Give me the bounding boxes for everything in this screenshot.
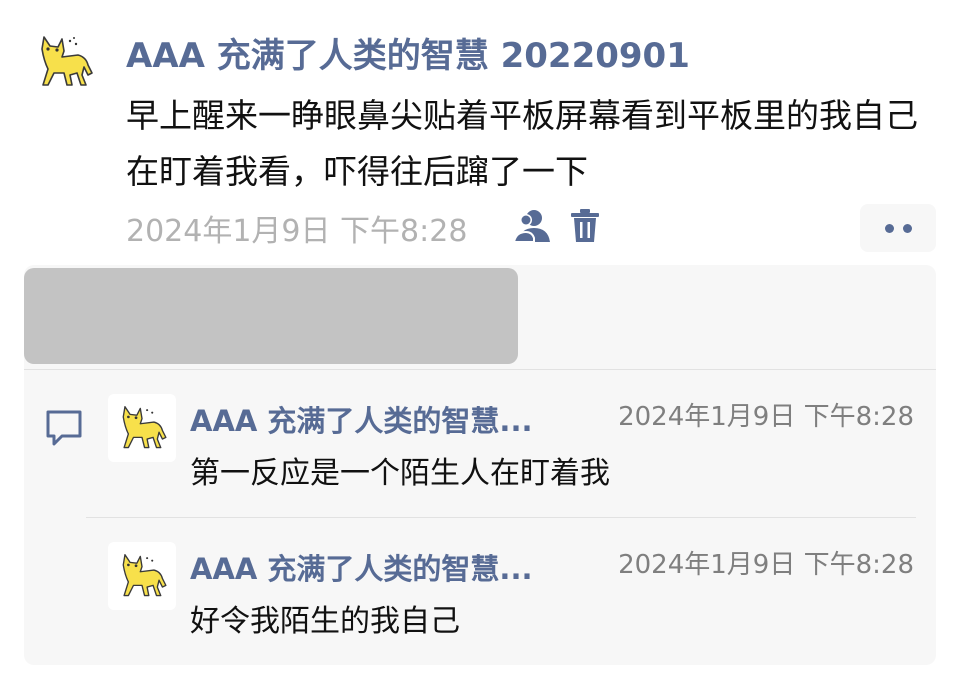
comment-text: 好令我陌生的我自己	[190, 604, 460, 639]
comment-timestamp: 2024年1月9日 下午8:28	[618, 550, 914, 580]
post-author-name[interactable]: AAA 充满了人类的智慧 20220901	[126, 28, 690, 77]
yellow-cat-icon	[122, 554, 167, 597]
comment-avatar[interactable]	[108, 394, 176, 462]
two-dots-icon	[884, 223, 894, 233]
speech-bubble-icon[interactable]	[44, 408, 84, 452]
more-options-button[interactable]	[860, 204, 936, 252]
yellow-cat-icon	[41, 36, 93, 86]
likes-divider	[24, 369, 936, 370]
likes-area-redacted	[24, 268, 518, 364]
comment-author-name[interactable]: AAA 充满了人类的智慧...	[190, 398, 532, 440]
comment-divider	[86, 517, 916, 518]
yellow-cat-icon	[122, 406, 167, 449]
post-text: 早上醒来一睁眼鼻尖贴着平板屏幕看到平板里的我自己在盯着我看，吓得往后蹿了一下	[126, 96, 918, 191]
comment-text: 第一反应是一个陌生人在盯着我	[190, 456, 610, 491]
comment-avatar[interactable]	[108, 542, 176, 610]
person-icon[interactable]	[512, 208, 552, 248]
trash-icon[interactable]	[568, 208, 602, 248]
comment-timestamp: 2024年1月9日 下午8:28	[618, 402, 914, 432]
post-avatar[interactable]	[30, 28, 98, 96]
post-timestamp: 2024年1月9日 下午8:28	[126, 214, 468, 249]
comment-author-name[interactable]: AAA 充满了人类的智慧...	[190, 546, 532, 588]
